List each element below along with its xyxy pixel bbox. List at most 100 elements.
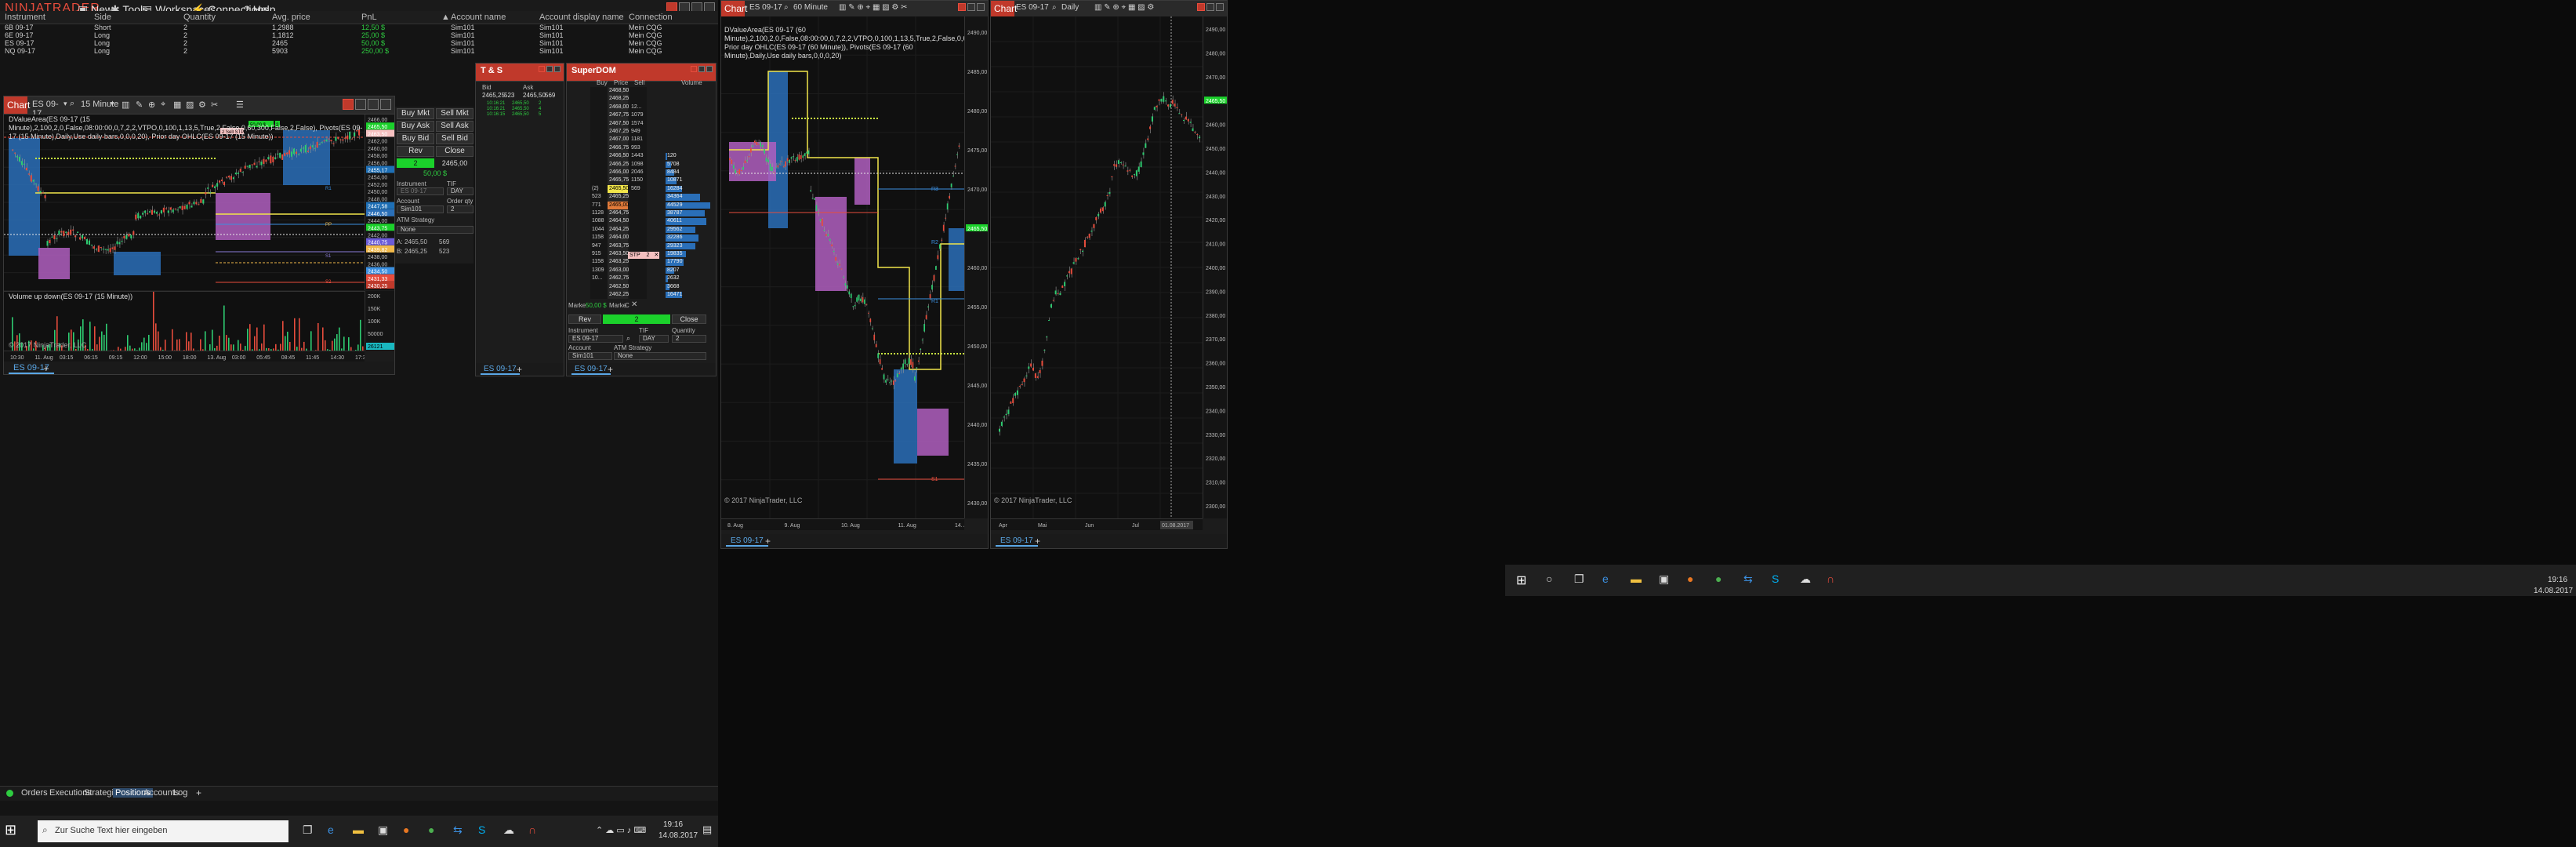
dom-buy-cell[interactable]: [590, 95, 608, 104]
dom-sell-cell[interactable]: [629, 225, 647, 234]
chart2-price-panel[interactable]: R3 R2 R1 S1: [721, 16, 964, 518]
dom-price-cell[interactable]: 2462,50: [608, 282, 629, 291]
dom-row[interactable]: 1158 2464,00 32286: [567, 234, 716, 242]
dom-volume-cell[interactable]: 16471: [666, 291, 713, 299]
chart3-tab[interactable]: ES 09-17: [996, 536, 1038, 547]
dom-buy-cell[interactable]: 771: [590, 201, 608, 209]
dom-buy-cell[interactable]: [590, 119, 608, 128]
explorer-icon[interactable]: ▬: [1631, 573, 1642, 585]
dom-sell-cell[interactable]: [629, 234, 647, 242]
chart1-price-axis[interactable]: 2466,00 2465,50 2463,50 2462,00 2460,00 2458,…: [365, 115, 394, 290]
chrome-icon[interactable]: ●: [428, 823, 434, 836]
dom-sell-cell[interactable]: [629, 282, 647, 291]
dom-volume-cell[interactable]: 2632: [666, 274, 713, 282]
dom-volume-cell[interactable]: 29323: [666, 242, 713, 250]
dom-row[interactable]: 523 2465,25 34364: [567, 193, 716, 202]
dom-buy-cell[interactable]: [590, 282, 608, 291]
dom-price-cell[interactable]: 2463,50: [608, 250, 629, 259]
dom-row[interactable]: 2466,25 1098 5708: [567, 160, 716, 169]
dom-sell-cell[interactable]: 1079: [629, 111, 647, 120]
dom-buy-cell[interactable]: [590, 144, 608, 153]
chart3-toolbar-icons[interactable]: ▥ ✎ ⊕ ⌖ ▦ ▨ ⚙: [1094, 3, 1154, 12]
dom-row[interactable]: 2467,50 1574: [567, 119, 716, 128]
dom-price-cell[interactable]: 2467,75: [608, 111, 629, 120]
dom-price-cell[interactable]: 2463,00: [608, 266, 629, 275]
maximize-icon[interactable]: [706, 66, 713, 72]
dom-tif-select[interactable]: DAY: [639, 335, 669, 343]
add-tab-icon[interactable]: +: [1035, 536, 1040, 547]
dom-sell-cell[interactable]: 1181: [629, 136, 647, 144]
close-icon[interactable]: [1197, 3, 1205, 11]
dom-buy-cell[interactable]: [590, 136, 608, 144]
dom-sell-cell[interactable]: 949: [629, 128, 647, 136]
dom-price-cell[interactable]: 2466,00: [608, 169, 629, 177]
edge-icon[interactable]: e: [1602, 573, 1609, 585]
add-tab-icon[interactable]: +: [608, 364, 613, 375]
add-tab-icon[interactable]: +: [196, 787, 201, 798]
network-app-icon[interactable]: ☁: [1800, 573, 1811, 586]
table-row[interactable]: NQ 09-17 Long 2 5903 250,00 $ Sim101 Sim101 Mei…: [0, 47, 718, 55]
close-position-button[interactable]: Close: [436, 146, 473, 157]
tab-orders[interactable]: Orders: [19, 788, 50, 798]
cortana-icon[interactable]: ○: [1546, 573, 1552, 585]
maximize-icon[interactable]: [977, 3, 985, 11]
dom-volume-cell[interactable]: 16284: [666, 185, 713, 193]
dom-row[interactable]: 2468,00 12...: [567, 103, 716, 112]
dom-sell-cell[interactable]: [629, 242, 647, 250]
firefox-icon[interactable]: ●: [1687, 573, 1693, 585]
chart3-instrument[interactable]: ES 09-17: [1016, 3, 1049, 12]
taskbar-search-input[interactable]: ⌕ Zur Suche Text hier eingeben: [38, 820, 288, 842]
dom-row[interactable]: 2462,25 16471: [567, 291, 716, 300]
dom-price-cell[interactable]: 2468,25: [608, 95, 629, 104]
chart2-tab[interactable]: ES 09-17: [726, 536, 768, 547]
task-view-icon[interactable]: ❐: [303, 823, 313, 837]
dom-volume-cell[interactable]: 120: [666, 152, 713, 160]
right-taskbar-date[interactable]: 14.08.2017: [2534, 587, 2573, 595]
dom-search-icon[interactable]: ⌕: [626, 334, 630, 343]
dom-price-cell[interactable]: 2464,25: [608, 225, 629, 234]
dom-buy-cell[interactable]: [590, 111, 608, 120]
atm-select[interactable]: None: [397, 226, 473, 234]
dom-volume-cell[interactable]: 19835: [666, 250, 713, 258]
dom-close-button[interactable]: Close: [672, 314, 706, 324]
minimize-icon[interactable]: [355, 99, 366, 110]
dom-price-cell[interactable]: 2464,00: [608, 234, 629, 242]
notifications-icon[interactable]: ▤: [702, 823, 712, 836]
buy-bid-button[interactable]: Buy Bid: [397, 133, 434, 144]
network-app-icon[interactable]: ☁: [503, 823, 514, 837]
list-icon[interactable]: ☰: [236, 100, 244, 110]
dom-volume-cell[interactable]: 5708: [666, 161, 713, 169]
dom-sell-cell[interactable]: [629, 209, 647, 218]
dom-volume-cell[interactable]: 17790: [666, 258, 713, 266]
close-icon[interactable]: [343, 99, 354, 110]
dom-buy-cell[interactable]: [590, 152, 608, 161]
zoom-icon[interactable]: ⊕: [148, 100, 155, 110]
dom-price-cell[interactable]: 2465,75: [608, 176, 629, 185]
dom-volume-cell[interactable]: 44529: [666, 202, 713, 209]
stp-order-badge[interactable]: STP 2 ✕: [628, 252, 659, 259]
minimize-icon[interactable]: [698, 66, 705, 72]
dom-sell-cell[interactable]: 1098: [629, 160, 647, 169]
dom-buy-cell[interactable]: 1309: [590, 266, 608, 275]
dom-row[interactable]: 2466,00 2046 8484: [567, 169, 716, 177]
dom-buy-cell[interactable]: 1158: [590, 258, 608, 267]
indicator-icon[interactable]: ▦: [173, 100, 181, 110]
dom-rev-button[interactable]: Rev: [568, 314, 601, 324]
taskbar-time[interactable]: 19:16: [663, 820, 683, 829]
dom-price-cell[interactable]: 2466,75: [608, 144, 629, 153]
instrument-select[interactable]: ES 09-17: [397, 187, 444, 195]
dom-price-cell[interactable]: 2465,25: [608, 193, 629, 202]
properties-icon[interactable]: ⚙: [198, 100, 206, 110]
store-icon[interactable]: ▣: [378, 823, 388, 837]
dom-close-all-icon[interactable]: ✕: [631, 300, 637, 309]
dom-sell-cell[interactable]: [629, 266, 647, 275]
crosshair-icon[interactable]: ⌖: [161, 100, 165, 110]
dom-quantity-input[interactable]: 2: [672, 335, 706, 343]
dom-row[interactable]: 2467,75 1079: [567, 111, 716, 120]
col-connection[interactable]: Connection: [629, 11, 673, 24]
dom-tab[interactable]: ES 09-17: [571, 365, 611, 375]
col-side[interactable]: Side: [94, 11, 111, 24]
dom-sell-cell[interactable]: [629, 95, 647, 104]
dom-volume-cell[interactable]: 40611: [666, 217, 713, 225]
dom-row[interactable]: 1044 2464,25 29562: [567, 225, 716, 234]
